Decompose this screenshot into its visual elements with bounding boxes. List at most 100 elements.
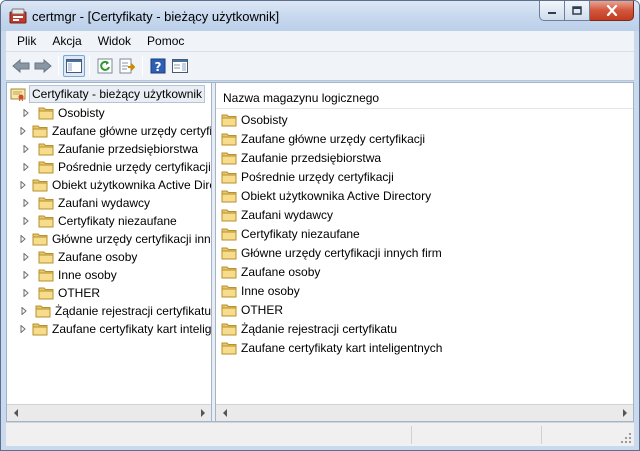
expand-arrow-icon[interactable] — [20, 143, 32, 155]
toolbar-separator — [142, 56, 143, 76]
column-header-name[interactable]: Nazwa magazynu logicznego — [216, 87, 633, 109]
list-item[interactable]: Zaufani wydawcy — [216, 205, 633, 224]
scroll-right-icon — [622, 409, 627, 417]
expand-arrow-icon[interactable] — [20, 197, 32, 209]
show-hide-tree-button[interactable] — [63, 55, 85, 77]
tree-item[interactable]: Zaufani wydawcy — [7, 194, 211, 212]
tree-item[interactable]: Inne osoby — [7, 266, 211, 284]
expand-arrow-icon[interactable] — [20, 215, 32, 227]
folder-icon — [221, 133, 237, 145]
expand-arrow-icon[interactable] — [20, 161, 32, 173]
expand-arrow-icon[interactable] — [20, 269, 32, 281]
list-item[interactable]: Pośrednie urzędy certyfikacji — [216, 167, 633, 186]
list-item[interactable]: Zaufane osoby — [216, 262, 633, 281]
certmgr-window: certmgr - [Certyfikaty - bieżący użytkow… — [0, 0, 640, 451]
maximize-button[interactable] — [565, 1, 590, 21]
folder-icon — [221, 209, 237, 221]
action-pane-button[interactable] — [169, 55, 191, 77]
folder-icon — [221, 152, 237, 164]
scroll-left-button[interactable] — [7, 405, 24, 421]
title-bar[interactable]: certmgr - [Certyfikaty - bieżący użytkow… — [1, 1, 639, 31]
expand-arrow-icon[interactable] — [20, 233, 26, 245]
scroll-right-icon — [200, 409, 205, 417]
folder-icon — [38, 143, 54, 156]
folder-icon — [38, 251, 54, 264]
minimize-icon — [548, 11, 556, 14]
folder-icon — [35, 305, 51, 318]
folder-icon — [221, 247, 237, 259]
menu-widok[interactable]: Widok — [90, 31, 139, 52]
tree-item-label: Obiekt użytkownika Active Directory — [52, 178, 211, 192]
status-bar — [6, 422, 634, 446]
folder-icon — [221, 190, 237, 202]
list-item[interactable]: Żądanie rejestracji certyfikatu — [216, 319, 633, 338]
folder-icon — [221, 285, 237, 297]
list-item[interactable]: OTHER — [216, 300, 633, 319]
minimize-button[interactable] — [539, 1, 565, 21]
back-button[interactable] — [10, 55, 32, 77]
tree-item[interactable]: Żądanie rejestracji certyfikatu — [7, 302, 211, 320]
export-list-button[interactable] — [116, 55, 138, 77]
tree-item[interactable]: Osobisty — [7, 104, 211, 122]
list-item[interactable]: Certyfikaty niezaufane — [216, 224, 633, 243]
menu-bar: Plik Akcja Widok Pomoc — [6, 31, 634, 52]
folder-icon — [221, 266, 237, 278]
menu-plik[interactable]: Plik — [6, 31, 44, 52]
folder-icon — [32, 323, 48, 336]
tree-item-label: OTHER — [58, 286, 100, 300]
action-pane-icon — [172, 59, 188, 73]
folder-icon — [221, 342, 237, 354]
scroll-right-button[interactable] — [194, 405, 211, 421]
help-icon: ? — [150, 58, 166, 74]
tree-item[interactable]: Certyfikaty niezaufane — [7, 212, 211, 230]
refresh-button[interactable] — [94, 55, 116, 77]
help-button[interactable]: ? — [147, 55, 169, 77]
scroll-left-button[interactable] — [216, 405, 233, 421]
tree-item[interactable]: Zaufane osoby — [7, 248, 211, 266]
list-item[interactable]: Zaufanie przedsiębiorstwa — [216, 148, 633, 167]
list-item-label: Zaufani wydawcy — [241, 207, 334, 222]
list-item[interactable]: Obiekt użytkownika Active Directory — [216, 186, 633, 205]
expand-arrow-icon[interactable] — [20, 323, 26, 335]
tree-item-label: Zaufane główne urzędy certyfikacji — [52, 124, 211, 138]
expand-arrow-icon[interactable] — [20, 179, 26, 191]
list-item[interactable]: Osobisty — [216, 110, 633, 129]
back-arrow-icon — [12, 59, 30, 73]
list-item-label: OTHER — [241, 302, 283, 317]
tree-item[interactable]: Zaufane certyfikaty kart inteligentnych — [7, 320, 211, 338]
close-icon — [606, 5, 617, 16]
expand-arrow-icon[interactable] — [20, 287, 32, 299]
tree-item-label: Zaufane osoby — [58, 250, 138, 264]
list-item[interactable]: Zaufane główne urzędy certyfikacji — [216, 129, 633, 148]
resize-grip-icon[interactable] — [620, 432, 632, 444]
maximize-icon — [572, 6, 582, 15]
folder-icon — [221, 323, 237, 335]
menu-akcja[interactable]: Akcja — [44, 31, 89, 52]
close-button[interactable] — [590, 1, 634, 21]
tree-horizontal-scrollbar[interactable] — [7, 404, 211, 421]
expand-arrow-icon[interactable] — [20, 125, 26, 137]
tree-item[interactable]: Obiekt użytkownika Active Directory — [7, 176, 211, 194]
tree-root-item[interactable]: Certyfikaty - bieżący użytkownik — [10, 85, 206, 103]
results-pane: Nazwa magazynu logicznego Osobisty Zaufan… — [216, 83, 633, 421]
expand-arrow-icon[interactable] — [20, 107, 32, 119]
tree-item[interactable]: Główne urzędy certyfikacji innych firm — [7, 230, 211, 248]
results-horizontal-scrollbar[interactable] — [216, 404, 633, 421]
menu-pomoc[interactable]: Pomoc — [139, 31, 192, 52]
list-item-label: Główne urzędy certyfikacji innych firm — [241, 245, 442, 260]
expand-arrow-icon[interactable] — [20, 251, 32, 263]
status-bar-section — [541, 426, 621, 444]
list-item[interactable]: Główne urzędy certyfikacji innych firm — [216, 243, 633, 262]
tree-item[interactable]: Zaufanie przedsiębiorstwa — [7, 140, 211, 158]
list-item[interactable]: Zaufane certyfikaty kart inteligentnych — [216, 338, 633, 357]
scroll-right-button[interactable] — [616, 405, 633, 421]
tree-item[interactable]: Zaufane główne urzędy certyfikacji — [7, 122, 211, 140]
list-item[interactable]: Inne osoby — [216, 281, 633, 300]
expand-arrow-icon[interactable] — [20, 305, 29, 317]
forward-button[interactable] — [32, 55, 54, 77]
tree-item[interactable]: OTHER — [7, 284, 211, 302]
tree-item[interactable]: Pośrednie urzędy certyfikacji — [7, 158, 211, 176]
forward-arrow-icon — [34, 59, 52, 73]
folder-icon — [38, 161, 54, 174]
folder-icon — [38, 197, 54, 210]
